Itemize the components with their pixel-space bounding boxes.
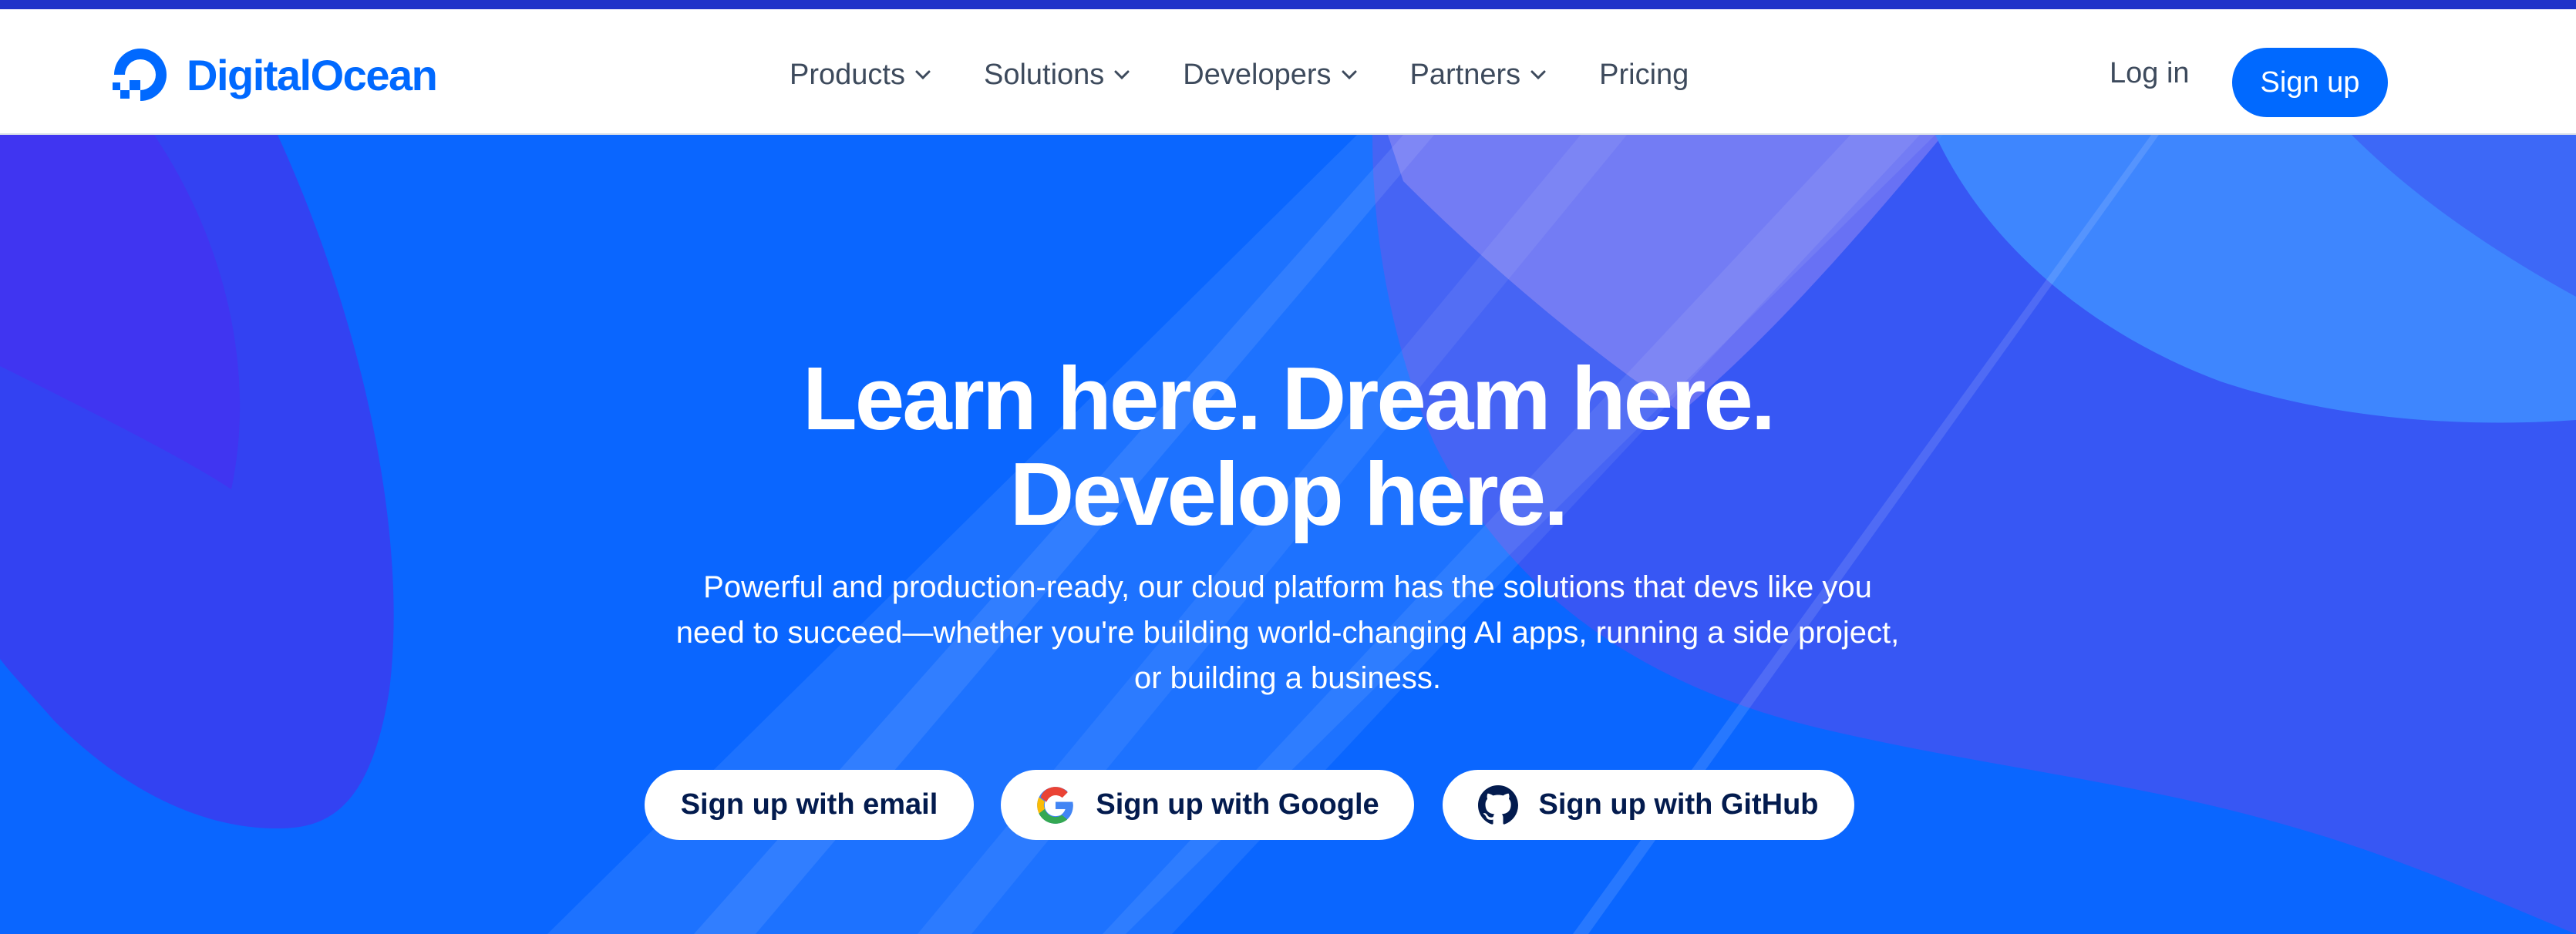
signup-google-button[interactable]: Sign up with Google (1001, 770, 1414, 840)
hero-section: Learn here. Dream here. Develop here. Po… (0, 135, 2576, 934)
chevron-down-icon (1114, 70, 1130, 80)
signup-options: Sign up with email Sign up with Google S… (0, 770, 2576, 840)
hero-subtitle: Powerful and production-ready, our cloud… (675, 570, 1900, 695)
chevron-down-icon (1530, 70, 1546, 80)
chevron-down-icon (915, 70, 931, 80)
main-nav: Products Solutions Developers Partners P… (790, 48, 1689, 102)
signup-github-label: Sign up with GitHub (1538, 788, 1819, 821)
github-icon (1478, 784, 1519, 825)
page: DigitalOcean Products Solutions Develope… (0, 0, 2576, 934)
signup-google-label: Sign up with Google (1096, 788, 1379, 821)
signup-email-button[interactable]: Sign up with email (645, 770, 974, 840)
nav-item-label: Products (790, 58, 905, 91)
chevron-down-icon (1342, 70, 1357, 80)
nav-item-solutions[interactable]: Solutions (984, 59, 1130, 92)
nav-item-developers[interactable]: Developers (1183, 59, 1357, 92)
nav-item-products[interactable]: Products (790, 59, 931, 92)
hero-heading: Learn here. Dream here. Develop here. (0, 351, 2576, 542)
signup-button[interactable]: Sign up (2232, 48, 2388, 117)
nav-item-partners[interactable]: Partners (1410, 59, 1547, 92)
nav-item-label: Partners (1409, 58, 1521, 91)
login-link[interactable]: Log in (2110, 57, 2190, 90)
signup-github-button[interactable]: Sign up with GitHub (1443, 770, 1854, 840)
google-icon (1037, 786, 1074, 824)
brand-logo[interactable]: DigitalOcean (109, 44, 438, 106)
digitalocean-logo-icon (113, 49, 167, 101)
nav-item-label: Solutions (983, 58, 1105, 91)
signup-email-label: Sign up with email (680, 788, 938, 821)
nav-item-label: Developers (1183, 58, 1332, 91)
nav-item-label: Pricing (1599, 58, 1689, 91)
hero-heading-line-1: Learn here. Dream here. (802, 348, 1776, 449)
brand-name: DigitalOcean (187, 50, 438, 99)
hero-heading-line-2: Develop here. (1009, 444, 1569, 544)
site-header: DigitalOcean Products Solutions Develope… (0, 9, 2576, 135)
top-accent-stripe (0, 0, 2576, 9)
nav-item-pricing[interactable]: Pricing (1599, 59, 1689, 92)
